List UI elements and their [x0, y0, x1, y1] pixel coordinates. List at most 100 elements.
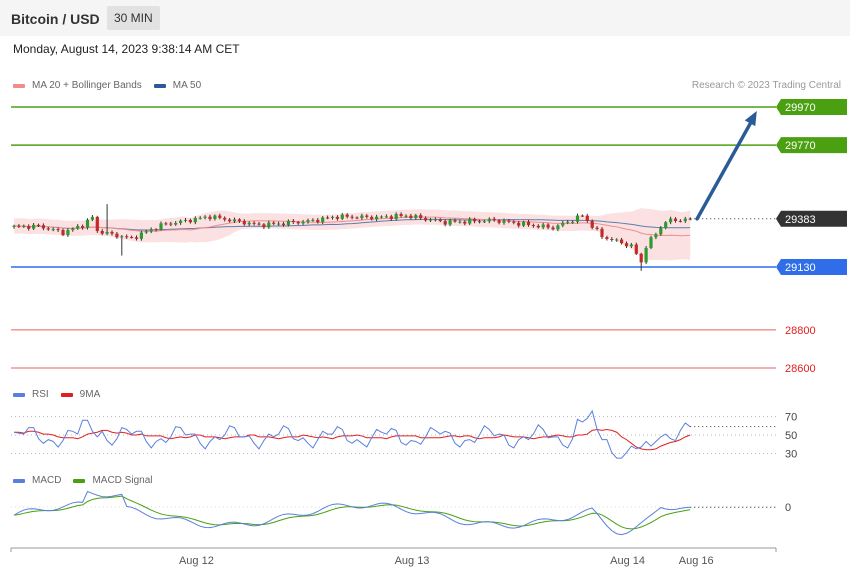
candle-body — [32, 224, 36, 229]
candle-body — [257, 223, 261, 225]
candle-body — [46, 228, 50, 230]
candle-body — [517, 222, 521, 226]
candle-body — [105, 231, 109, 234]
candle-body — [311, 219, 315, 221]
candle-body — [247, 222, 251, 225]
candle-body — [683, 218, 687, 222]
candle-body — [345, 214, 349, 217]
level-label-29130: 29130 — [785, 262, 816, 274]
candle-body — [179, 220, 183, 223]
candle-body — [149, 229, 153, 232]
candle-body — [208, 216, 212, 219]
candle-body — [473, 219, 477, 222]
candle-body — [134, 237, 139, 239]
x-label-aug-13: Aug 13 — [395, 555, 430, 567]
candle-body — [649, 237, 653, 248]
candle-body — [673, 218, 678, 221]
candle-body — [262, 224, 266, 228]
rsi-tick-70: 70 — [785, 412, 797, 424]
candle-body — [159, 223, 163, 230]
candle-body — [409, 215, 413, 219]
candle-body — [644, 247, 648, 263]
current-price-label: 29383 — [785, 214, 816, 226]
candle-body — [438, 219, 442, 222]
candle-body — [144, 231, 148, 233]
candle-body — [272, 222, 276, 224]
candle-body — [600, 228, 604, 238]
level-label-29770: 29770 — [785, 140, 816, 152]
candle-body — [424, 218, 428, 221]
candle-body — [629, 244, 633, 247]
candle-body — [267, 222, 271, 228]
candle-body — [522, 221, 526, 226]
candle-body — [223, 217, 227, 220]
candle-body — [183, 219, 188, 221]
chart-canvas: 299702977029130288002860029383 705030 0 … — [10, 99, 847, 567]
candle-body — [512, 221, 516, 223]
candle-body — [301, 221, 305, 224]
rsi-tick-50: 50 — [785, 430, 797, 442]
forecast-arrow-shaft — [695, 117, 755, 221]
candle-body — [492, 218, 496, 221]
candle-body — [164, 223, 168, 225]
candle-body — [526, 221, 531, 226]
candle-body — [12, 225, 16, 227]
candle-body — [580, 215, 584, 217]
candle-body — [639, 253, 643, 263]
candle-body — [477, 221, 482, 223]
candle-body — [536, 225, 540, 228]
candle-body — [291, 220, 295, 223]
rsi-tick-30: 30 — [785, 449, 797, 461]
candle-body — [615, 239, 619, 241]
candle-body — [556, 225, 560, 230]
candle-body — [174, 223, 178, 225]
candle-body — [571, 221, 575, 223]
candle-body — [281, 223, 286, 226]
candle-body — [296, 222, 300, 224]
macd-panel: 0 — [11, 490, 791, 536]
candle-body — [463, 221, 467, 224]
candle-body — [428, 219, 433, 221]
macd-line — [13, 490, 691, 536]
candle-body — [375, 216, 379, 220]
candle-body — [71, 228, 75, 231]
candle-body — [566, 221, 570, 223]
candle-body — [659, 227, 663, 235]
candle-body — [590, 220, 594, 228]
candle-body — [154, 229, 158, 231]
candle-body — [497, 220, 501, 223]
candle-body — [624, 243, 629, 247]
candle-body — [458, 221, 462, 223]
macd-signal-line — [13, 495, 691, 530]
candle-body — [306, 220, 310, 222]
candle-body — [360, 215, 364, 219]
candle-body — [419, 215, 423, 219]
candle-body — [443, 221, 447, 225]
candle-body — [198, 217, 202, 219]
candle-body — [634, 244, 638, 254]
candle-body — [468, 219, 472, 224]
candle-body — [232, 219, 237, 222]
candle-body — [27, 226, 31, 229]
level-label-29970: 29970 — [785, 102, 816, 114]
candle-body — [355, 217, 359, 219]
candle-body — [620, 239, 624, 244]
candle-body — [17, 225, 21, 227]
candle-body — [81, 226, 85, 228]
candle-body — [139, 232, 143, 239]
price-panel: 29970 29770 29130 28800 28600 29383 — [11, 99, 847, 375]
candle-body — [575, 215, 580, 222]
candle-body — [389, 216, 393, 219]
candle-body — [654, 234, 658, 238]
candle-body — [669, 218, 673, 223]
candle-body — [507, 220, 511, 222]
candle-body — [330, 216, 335, 218]
candle-body — [115, 233, 119, 238]
candle-body — [453, 220, 457, 222]
candle-body — [678, 220, 682, 222]
candle-body — [335, 216, 339, 219]
rsi-panel: 70 50 30 — [11, 409, 797, 461]
level-label-28800: 28800 — [785, 325, 816, 337]
candle-body — [66, 230, 70, 235]
candle-body — [252, 222, 256, 224]
